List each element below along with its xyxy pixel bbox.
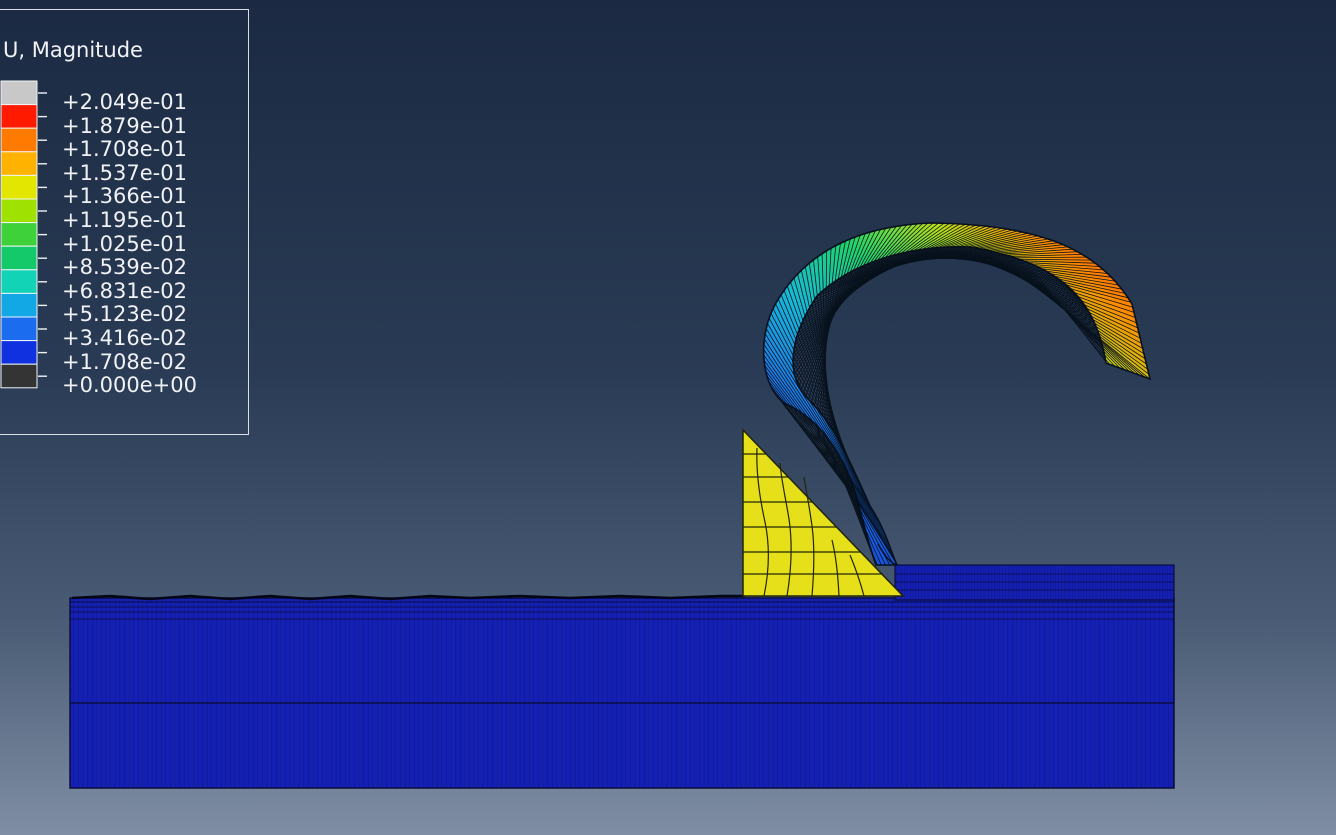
legend-color-swatch xyxy=(0,340,38,365)
legend-color-swatch xyxy=(0,104,38,129)
legend-color-swatch xyxy=(0,151,38,176)
legend-colorbar xyxy=(0,80,47,389)
legend-color-swatch xyxy=(0,80,38,106)
legend-color-swatch xyxy=(0,198,38,224)
legend-color-swatch xyxy=(0,174,38,200)
viewport[interactable]: U, Magnitude +2.049e-01 +1.879e-01 +1.70… xyxy=(0,0,1336,835)
legend-color-swatch xyxy=(0,222,38,247)
legend-color-swatch xyxy=(0,292,38,318)
workpiece xyxy=(69,564,1175,789)
model-view xyxy=(0,80,1175,789)
legend-color-swatch xyxy=(0,269,38,294)
legend-color-swatch xyxy=(0,127,38,153)
legend-color-swatch xyxy=(0,363,38,389)
legend-color-swatch xyxy=(0,245,38,271)
legend-color-swatch xyxy=(0,316,38,342)
